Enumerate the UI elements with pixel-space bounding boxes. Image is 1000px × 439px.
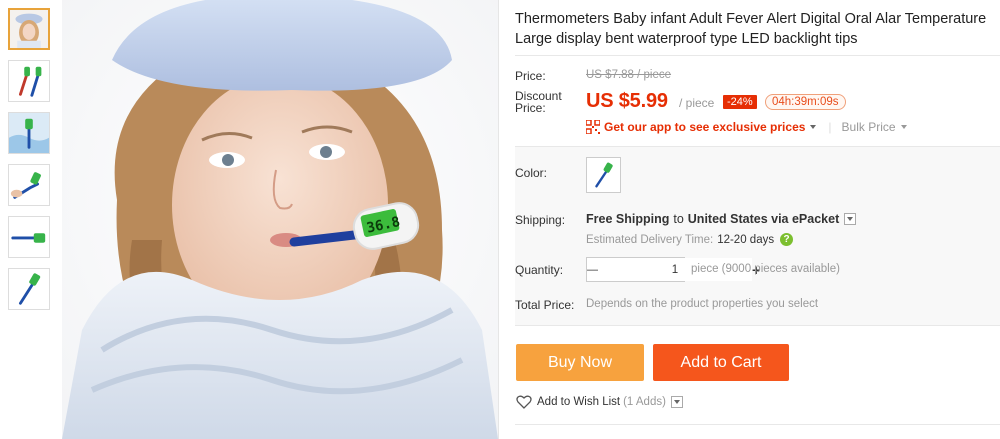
color-label: Color: xyxy=(515,166,548,180)
chevron-down-icon[interactable] xyxy=(810,125,817,129)
qr-code-icon xyxy=(586,120,600,134)
thumbnail-list xyxy=(8,8,54,320)
thumbnail-2[interactable] xyxy=(8,60,50,102)
shipping-label: Shipping: xyxy=(515,213,566,227)
free-shipping-text: Free Shipping xyxy=(586,212,670,226)
title-divider xyxy=(515,55,1000,56)
shipping-destination: United States via ePacket xyxy=(687,212,840,226)
per-piece-unit: / piece xyxy=(679,96,715,110)
wish-dropdown-icon[interactable] xyxy=(670,396,683,408)
discount-badge: -24% xyxy=(723,95,757,109)
product-title: Thermometers Baby infant Adult Fever Ale… xyxy=(515,11,987,47)
thumbnail-1[interactable] xyxy=(8,8,50,50)
thumbnail-3[interactable] xyxy=(8,112,50,154)
total-price-label: Total Price: xyxy=(515,298,575,312)
thumbnail-5[interactable] xyxy=(8,216,50,258)
quantity-stepper: — + xyxy=(586,257,760,282)
bulk-price-link[interactable]: Bulk Price xyxy=(842,120,896,134)
shipping-method: Free Shipping to United States via ePack… xyxy=(586,212,857,226)
thumbnail-4[interactable] xyxy=(8,164,50,206)
thumbnail-6[interactable] xyxy=(8,268,50,310)
add-to-wish-list-link[interactable]: Add to Wish List xyxy=(537,396,620,408)
estimated-delivery-label: Estimated Delivery Time: xyxy=(586,233,714,246)
bulk-chevron-down-icon[interactable] xyxy=(900,125,907,129)
buy-now-button[interactable]: Buy Now xyxy=(516,344,644,381)
quantity-label: Quantity: xyxy=(515,263,564,277)
main-product-image[interactable]: 36.8 xyxy=(62,0,498,439)
wish-list-row: Add to Wish List (1 Adds) xyxy=(516,395,683,409)
bottom-divider xyxy=(515,424,1000,425)
shipping-to-text: to xyxy=(673,212,684,226)
help-icon[interactable]: ? xyxy=(780,233,794,246)
estimated-delivery-days: 12-20 days xyxy=(717,233,775,246)
discount-price: US $5.99 xyxy=(586,90,668,112)
countdown-timer: 04h:39m:09s xyxy=(765,94,846,110)
add-to-cart-button[interactable]: Add to Cart xyxy=(653,344,789,381)
heart-icon[interactable] xyxy=(516,395,532,409)
discount-price-label: Discount Price: xyxy=(515,89,562,115)
price-label: Price: xyxy=(515,69,546,83)
quantity-available: piece (9000 pieces available) xyxy=(691,263,840,275)
separator: | xyxy=(828,120,832,134)
estimated-delivery: Estimated Delivery Time: 12-20 days ? xyxy=(586,233,794,246)
app-promo-link[interactable]: Get our app to see exclusive prices xyxy=(604,120,805,134)
original-price: US $7.88 / piece xyxy=(586,69,672,81)
wish-count: (1 Adds) xyxy=(623,396,666,408)
shipping-dropdown-icon[interactable] xyxy=(844,213,857,225)
total-price-text: Depends on the product properties you se… xyxy=(586,298,819,310)
image-divider xyxy=(498,0,499,439)
color-option-swatch[interactable] xyxy=(586,157,621,193)
app-promo-row: Get our app to see exclusive prices | Bu… xyxy=(586,119,907,135)
quantity-decrease-button[interactable]: — xyxy=(587,258,598,281)
